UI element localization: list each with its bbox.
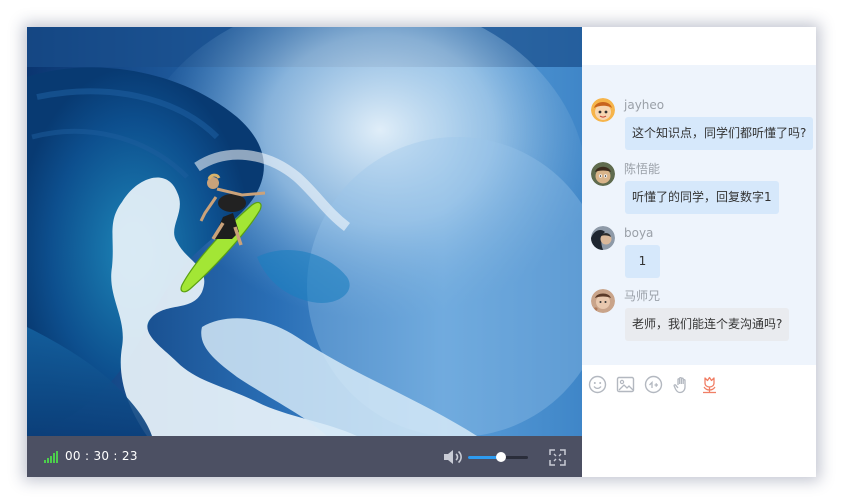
- chat-sender-name: 马师兄: [624, 289, 661, 303]
- chat-message-bubble: 1: [625, 245, 660, 278]
- video-frame: [27, 27, 582, 436]
- volume-slider-handle[interactable]: [496, 452, 506, 462]
- gift-icon[interactable]: [644, 375, 663, 394]
- cartoon-character-avatar: [591, 162, 615, 186]
- chat-message-list[interactable]: jayheo 这个知识点，同学们都听懂了吗? 陈悟能 听懂了的同学，回复数字1: [582, 65, 816, 365]
- volume-icon[interactable]: [443, 448, 463, 466]
- image-icon[interactable]: [616, 375, 635, 394]
- signal-strength-icon: [44, 451, 58, 463]
- volume-slider[interactable]: [468, 452, 528, 462]
- emoji-icon[interactable]: [588, 375, 607, 394]
- photo-avatar: [591, 289, 615, 313]
- raise-hand-icon[interactable]: [673, 375, 692, 394]
- chat-message-bubble: 听懂了的同学，回复数字1: [625, 181, 779, 214]
- chat-message-bubble: 这个知识点，同学们都听懂了吗?: [625, 117, 814, 150]
- chat-panel: jayheo 这个知识点，同学们都听懂了吗? 陈悟能 听懂了的同学，回复数字1: [582, 27, 816, 477]
- flower-icon[interactable]: [700, 375, 719, 394]
- chat-toolbar: [582, 365, 816, 401]
- fullscreen-icon[interactable]: [549, 449, 566, 466]
- live-class-window: 00 : 30 : 23 jayheo 这个知识点，同学们都听懂了吗? 陈悟能 …: [27, 27, 816, 477]
- chat-sender-name: 陈悟能: [624, 162, 661, 176]
- elapsed-time: 00 : 30 : 23: [65, 449, 138, 463]
- chat-sender-name: boya: [624, 226, 654, 240]
- video-player[interactable]: 00 : 30 : 23: [27, 27, 582, 477]
- chat-message-bubble: 老师，我们能连个麦沟通吗?: [625, 308, 790, 341]
- photo-avatar: [591, 226, 615, 250]
- player-control-bar: 00 : 30 : 23: [27, 436, 582, 477]
- chat-sender-name: jayheo: [624, 98, 665, 112]
- cartoon-boy-avatar: [591, 98, 615, 122]
